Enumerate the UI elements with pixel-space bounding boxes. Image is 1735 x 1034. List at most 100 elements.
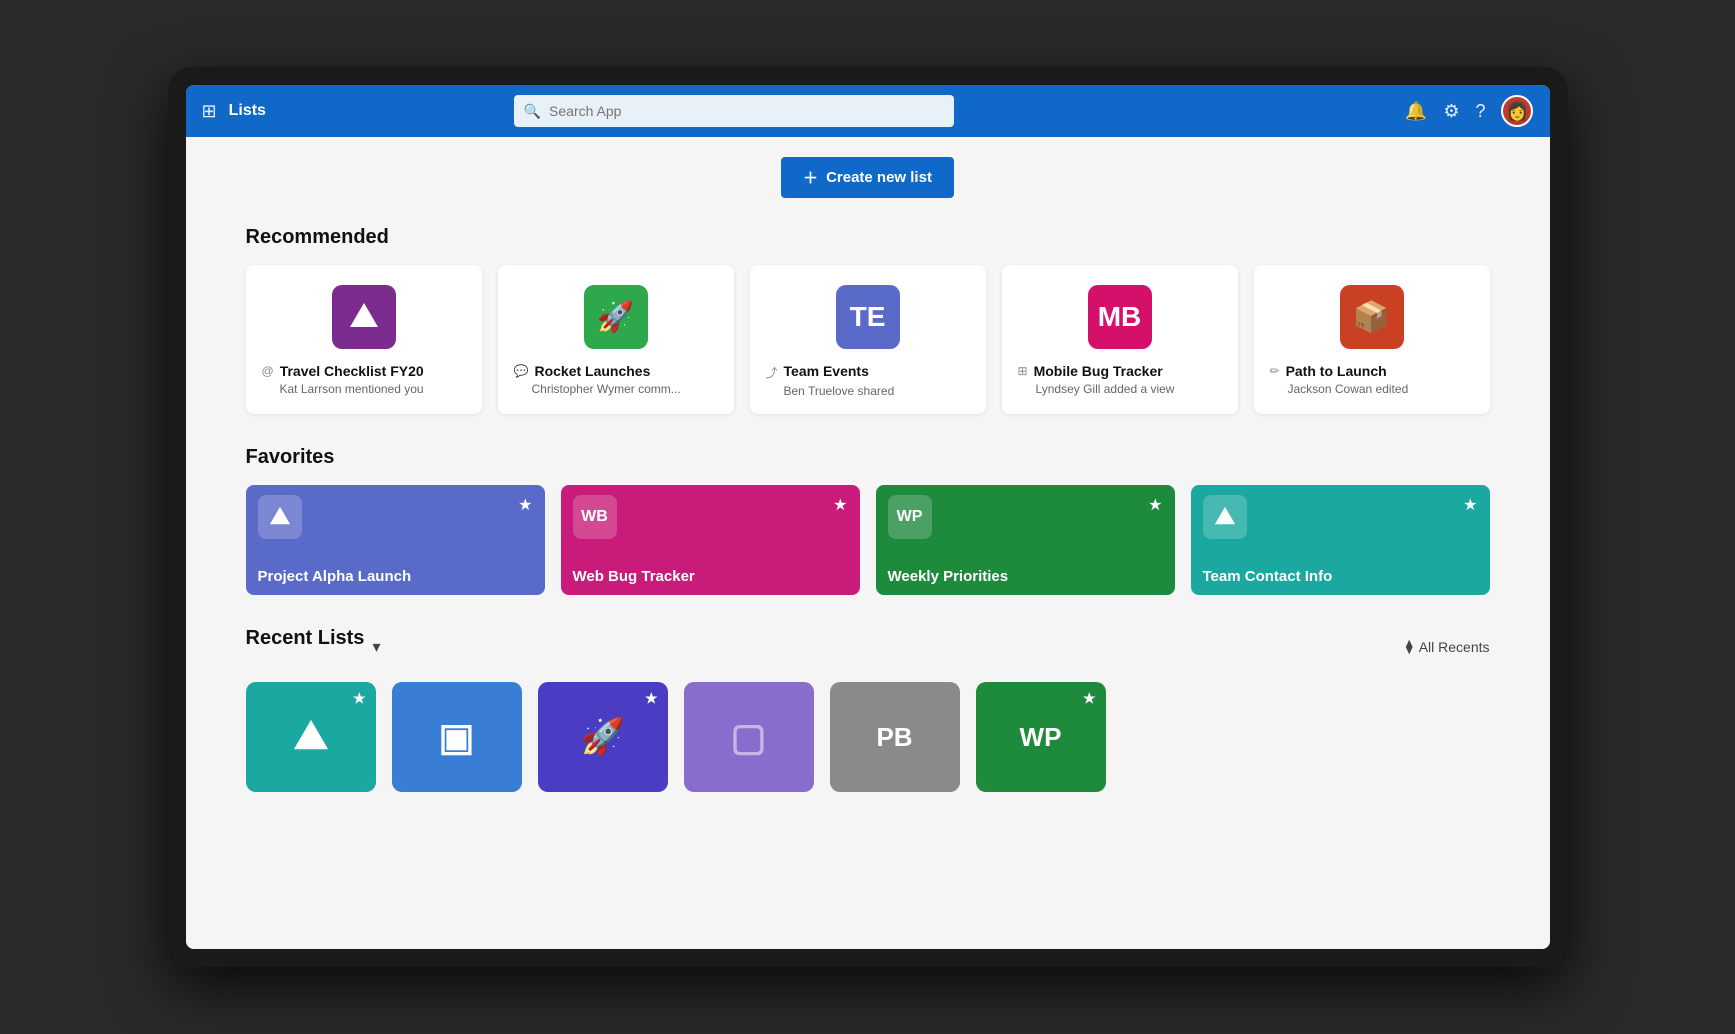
recommended-title: Recommended — [246, 226, 1490, 249]
grid-icon[interactable]: ⊞ — [202, 101, 217, 122]
rec-card-name-rocket: Rocket Launches — [534, 363, 650, 379]
fav-icon-contact — [1203, 495, 1247, 539]
rec-card-activity-rocket: Christopher Wymer comm... — [514, 382, 718, 396]
fav-star-wp: ★ — [1148, 495, 1162, 515]
recommended-section: Recommended @ Travel — [246, 226, 1490, 414]
fav-star-wb: ★ — [833, 495, 847, 515]
rec-card-activity-path: Jackson Cowan edited — [1270, 382, 1474, 396]
recent-icon-3: 🚀 — [580, 716, 625, 758]
activity-icon-mb: ⊞ — [1018, 364, 1028, 378]
rec-card-team-events[interactable]: TE ⤴ Team Events Ben Truelove shared — [750, 265, 986, 414]
rec-card-activity-mb: Lyndsey Gill added a view — [1018, 382, 1222, 396]
recent-star-6: ★ — [1083, 690, 1096, 707]
search-icon: 🔍 — [524, 103, 541, 120]
recent-card-6[interactable]: ★ WP — [976, 682, 1106, 792]
activity-icon-te: ⤴ — [766, 364, 778, 381]
recent-lists-title: Recent Lists — [246, 627, 365, 650]
recent-icon-2: ▣ — [439, 715, 475, 760]
rec-card-travel-checklist[interactable]: @ Travel Checklist FY20 Kat Larrson ment… — [246, 265, 482, 414]
fav-label-alpha: Project Alpha Launch — [258, 568, 533, 585]
favorites-title: Favorites — [246, 446, 1490, 469]
main-content: ＋ Create new list Recommended — [186, 137, 1550, 949]
fav-icon-wp: WP — [888, 495, 932, 539]
settings-icon[interactable]: ⚙ — [1443, 101, 1459, 122]
wp-text: WP — [897, 508, 923, 526]
rec-icon-te: TE — [836, 285, 900, 349]
fav-card-project-alpha[interactable]: ★ Project Alpha Launch — [246, 485, 545, 595]
recommended-row: @ Travel Checklist FY20 Kat Larrson ment… — [246, 265, 1490, 414]
recent-card-5[interactable]: PB — [830, 682, 960, 792]
bell-icon[interactable]: 🔔 — [1405, 101, 1427, 122]
help-icon[interactable]: ? — [1475, 101, 1485, 122]
wb-text: WB — [581, 508, 608, 526]
device-frame: ⊞ Lists 🔍 🔔 ⚙ ? 👩 ＋ Create new lis — [168, 67, 1568, 967]
rec-icon-box3d: 📦 — [1340, 285, 1404, 349]
rec-card-info-path: ✏ Path to Launch Jackson Cowan edited — [1270, 363, 1474, 396]
recent-row: ★ ▣ ★ 🚀 — [246, 682, 1490, 792]
te-text: TE — [850, 301, 886, 333]
fav-card-web-bug[interactable]: WB ★ Web Bug Tracker — [561, 485, 860, 595]
rec-card-mobile-bug[interactable]: MB ⊞ Mobile Bug Tracker Lyndsey Gill add… — [1002, 265, 1238, 414]
plus-icon: ＋ — [803, 167, 818, 188]
fav-arrow-svg — [267, 504, 293, 530]
rec-card-rocket-launches[interactable]: 🚀 💬 Rocket Launches Christopher Wymer co… — [498, 265, 734, 414]
recent-text-6: WP — [1020, 722, 1062, 753]
header: ⊞ Lists 🔍 🔔 ⚙ ? 👩 — [186, 85, 1550, 137]
recent-lists-section: Recent Lists ▾ ⧫ All Recents ★ — [246, 627, 1490, 792]
recent-card-1[interactable]: ★ — [246, 682, 376, 792]
filter-icon: ⧫ — [1406, 638, 1413, 655]
create-btn-row: ＋ Create new list — [246, 157, 1490, 198]
search-input[interactable] — [549, 103, 944, 119]
rec-card-name-te: Team Events — [784, 363, 869, 379]
fav-icon-alpha — [258, 495, 302, 539]
search-bar[interactable]: 🔍 — [514, 95, 954, 127]
fav-card-weekly-priorities[interactable]: WP ★ Weekly Priorities — [876, 485, 1175, 595]
favorites-row: ★ Project Alpha Launch WB ★ Web Bug Trac… — [246, 485, 1490, 595]
rec-card-name-travel: Travel Checklist FY20 — [280, 363, 424, 379]
avatar[interactable]: 👩 — [1501, 95, 1533, 127]
rec-card-activity-te: Ben Truelove shared — [766, 384, 970, 398]
create-new-list-button[interactable]: ＋ Create new list — [781, 157, 954, 198]
rocket-symbol: 🚀 — [597, 300, 634, 335]
rec-card-info-rocket: 💬 Rocket Launches Christopher Wymer comm… — [514, 363, 718, 396]
recent-icon-4: ▢ — [731, 715, 767, 760]
activity-icon-travel: @ — [262, 364, 274, 378]
fav-label-wp: Weekly Priorities — [888, 568, 1163, 585]
mb-text: MB — [1098, 301, 1142, 333]
arrow-up-svg — [346, 299, 382, 335]
recent-star-3: ★ — [645, 690, 658, 707]
recent-card-2[interactable]: ▣ — [392, 682, 522, 792]
rec-card-path-launch[interactable]: 📦 ✏ Path to Launch Jackson Cowan edited — [1254, 265, 1490, 414]
rec-card-info-mb: ⊞ Mobile Bug Tracker Lyndsey Gill added … — [1018, 363, 1222, 396]
rec-card-info-te: ⤴ Team Events Ben Truelove shared — [766, 363, 970, 398]
all-recents-label: All Recents — [1419, 639, 1490, 655]
recent-header: Recent Lists ▾ ⧫ All Recents — [246, 627, 1490, 666]
header-actions: 🔔 ⚙ ? 👩 — [1405, 95, 1534, 127]
rec-card-activity-travel: Kat Larrson mentioned you — [262, 382, 466, 396]
all-recents-button[interactable]: ⧫ All Recents — [1406, 638, 1490, 655]
box3d-symbol: 📦 — [1353, 300, 1390, 335]
fav-star-contact: ★ — [1463, 495, 1477, 515]
device-screen: ⊞ Lists 🔍 🔔 ⚙ ? 👩 ＋ Create new lis — [186, 85, 1550, 949]
recent-arrow-1 — [289, 715, 333, 759]
recent-card-3[interactable]: ★ 🚀 — [538, 682, 668, 792]
rec-icon-travel — [332, 285, 396, 349]
activity-icon-rocket: 💬 — [514, 364, 529, 378]
activity-icon-path: ✏ — [1270, 364, 1280, 378]
rec-card-info-travel: @ Travel Checklist FY20 Kat Larrson ment… — [262, 363, 466, 396]
fav-arrow-svg2 — [1212, 504, 1238, 530]
rec-icon-mb: MB — [1088, 285, 1152, 349]
create-btn-label: Create new list — [826, 169, 932, 186]
recent-text-5: PB — [876, 722, 912, 753]
fav-icon-wb: WB — [573, 495, 617, 539]
app-title: Lists — [229, 102, 266, 120]
favorites-section: Favorites ★ Project Alpha Launch — [246, 446, 1490, 595]
fav-label-wb: Web Bug Tracker — [573, 568, 848, 585]
recent-star-1: ★ — [353, 690, 366, 707]
fav-label-contact: Team Contact Info — [1203, 568, 1478, 585]
rec-icon-rocket: 🚀 — [584, 285, 648, 349]
recent-card-4[interactable]: ▢ — [684, 682, 814, 792]
chevron-down-icon[interactable]: ▾ — [372, 637, 380, 657]
fav-card-team-contact[interactable]: ★ Team Contact Info — [1191, 485, 1490, 595]
rec-card-name-path: Path to Launch — [1286, 363, 1387, 379]
